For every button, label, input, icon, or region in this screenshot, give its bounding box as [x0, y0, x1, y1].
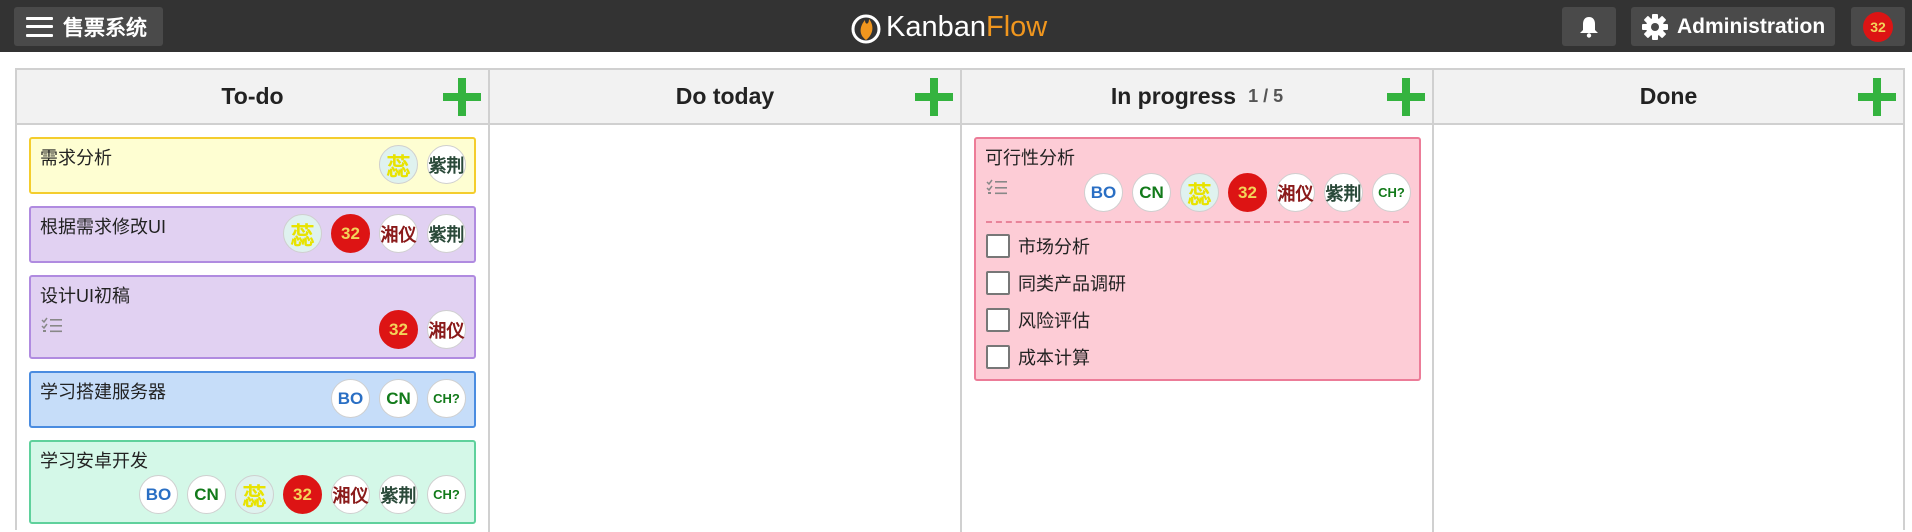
column-do-today: Do today [490, 70, 962, 532]
member-avatar[interactable]: CN [187, 475, 226, 514]
user-menu-button[interactable]: 32 [1851, 7, 1905, 46]
task-members: BO CN CH? [331, 379, 466, 418]
member-avatar[interactable]: 蕊 [283, 214, 322, 253]
column-header: Do today [490, 70, 960, 125]
member-avatar[interactable]: CH? [427, 475, 466, 514]
logo-text-flow: Flow [986, 10, 1048, 43]
hamburger-icon [26, 16, 53, 37]
column-title: To-do [221, 83, 284, 109]
task-card[interactable]: 可行性分析 BO CN 蕊 32 湘仪 紫荆 CH? 市场分析同类产品调研 风险评估成本计算 [974, 137, 1421, 381]
bell-icon [1580, 16, 1598, 38]
member-avatar[interactable]: CH? [1372, 173, 1411, 212]
column-in-progress: In progress 1 / 5 可行性分析 BO CN 蕊 32 湘仪 紫荆 CH? 市场分… [962, 70, 1434, 532]
administration-button[interactable]: Administration [1631, 7, 1835, 46]
member-avatar[interactable]: 32 [379, 310, 418, 349]
administration-label: Administration [1677, 14, 1826, 38]
task-members: 32 湘仪 [379, 310, 466, 349]
checklist-checkbox[interactable] [986, 234, 1010, 258]
member-avatar[interactable]: 蕊 [1180, 173, 1219, 212]
wip-limit: 1 / 5 [1248, 86, 1284, 106]
task-card[interactable]: 根据需求修改UI 蕊 32 湘仪 紫荆 [29, 206, 476, 263]
task-members: 蕊紫荆 [379, 145, 466, 184]
checklist-item: 市场分析 [986, 233, 1090, 259]
checklist-item-label: 市场分析 [1018, 237, 1090, 257]
checklist-icon [41, 317, 62, 333]
checklist-checkbox[interactable] [986, 345, 1010, 369]
member-avatar[interactable]: 紫荆 [427, 145, 466, 184]
checklist-divider [986, 221, 1409, 223]
top-bar: 售票系统 Kanban Flow Administration 32 [0, 0, 1912, 52]
member-avatar[interactable]: 蕊 [235, 475, 274, 514]
task-members: BO CN 蕊 32 湘仪 紫荆 CH? [139, 475, 466, 514]
checklist-item-label: 成本计算 [1018, 348, 1090, 368]
member-avatar[interactable]: 湘仪 [331, 475, 370, 514]
member-avatar[interactable]: 蕊 [379, 145, 418, 184]
member-avatar[interactable]: CN [379, 379, 418, 418]
add-task-button[interactable] [915, 78, 953, 116]
member-avatar[interactable]: 32 [283, 475, 322, 514]
gear-icon [1642, 13, 1668, 40]
checklist-icon [986, 179, 1007, 195]
column-header: In progress 1 / 5 [962, 70, 1432, 125]
notifications-button[interactable] [1562, 7, 1616, 46]
board-name: 售票系统 [63, 16, 147, 40]
member-avatar[interactable]: 紫荆 [379, 475, 418, 514]
task-card[interactable]: 设计UI初稿 32 湘仪 [29, 275, 476, 359]
checklist-item: 成本计算 [986, 344, 1090, 370]
member-avatar[interactable]: 紫荆 [1324, 173, 1363, 212]
member-avatar[interactable]: BO [1084, 173, 1123, 212]
task-members: 蕊 32 湘仪 紫荆 [283, 214, 466, 253]
add-task-button[interactable] [443, 78, 481, 116]
task-card[interactable]: 学习搭建服务器 BO CN CH? [29, 371, 476, 428]
logo-flame-icon [851, 14, 881, 44]
task-members: BO CN 蕊 32 湘仪 紫荆 CH? [1084, 173, 1411, 212]
checklist-item-label: 同类产品调研 [1018, 274, 1126, 294]
member-avatar[interactable]: 湘仪 [1276, 173, 1315, 212]
board-menu-button[interactable]: 售票系统 [14, 7, 163, 46]
task-title: 可行性分析 [985, 148, 1075, 168]
member-avatar[interactable]: 湘仪 [427, 310, 466, 349]
member-avatar[interactable]: 湘仪 [379, 214, 418, 253]
add-task-button[interactable] [1387, 78, 1425, 116]
member-avatar[interactable]: CH? [427, 379, 466, 418]
checklist-item: 风险评估 [986, 307, 1090, 333]
checklist-checkbox[interactable] [986, 308, 1010, 332]
kanban-board: To-do 需求分析蕊紫荆 根据需求修改UI 蕊 32 湘仪 紫荆 设计UI初稿 32 湘仪 学习… [15, 68, 1905, 532]
member-avatar[interactable]: 紫荆 [427, 214, 466, 253]
column-done: Done [1434, 70, 1903, 532]
column-title: Do today [675, 83, 775, 109]
member-avatar[interactable]: CN [1132, 173, 1171, 212]
column-title: In progress [1110, 83, 1237, 109]
member-avatar[interactable]: 32 [1228, 173, 1267, 212]
member-avatar[interactable]: BO [139, 475, 178, 514]
task-title: 学习安卓开发 [40, 451, 148, 471]
column-header: Done [1434, 70, 1903, 125]
kanbanflow-logo[interactable]: Kanban Flow [850, 7, 1047, 47]
user-avatar: 32 [1863, 11, 1893, 42]
column-header: To-do [17, 70, 488, 125]
task-card[interactable]: 学习安卓开发 BO CN 蕊 32 湘仪 紫荆 CH? [29, 440, 476, 524]
column-title: Done [1639, 83, 1698, 109]
task-title: 设计UI初稿 [40, 286, 130, 306]
checklist-item-label: 风险评估 [1018, 311, 1090, 331]
column-todo: To-do 需求分析蕊紫荆 根据需求修改UI 蕊 32 湘仪 紫荆 设计UI初稿 32 湘仪 学习… [17, 70, 490, 532]
add-task-button[interactable] [1858, 78, 1896, 116]
member-avatar[interactable]: 32 [331, 214, 370, 253]
logo-text-kanban: Kanban [886, 10, 986, 43]
checklist-item: 同类产品调研 [986, 270, 1126, 296]
member-avatar[interactable]: BO [331, 379, 370, 418]
checklist-checkbox[interactable] [986, 271, 1010, 295]
task-card[interactable]: 需求分析蕊紫荆 [29, 137, 476, 194]
